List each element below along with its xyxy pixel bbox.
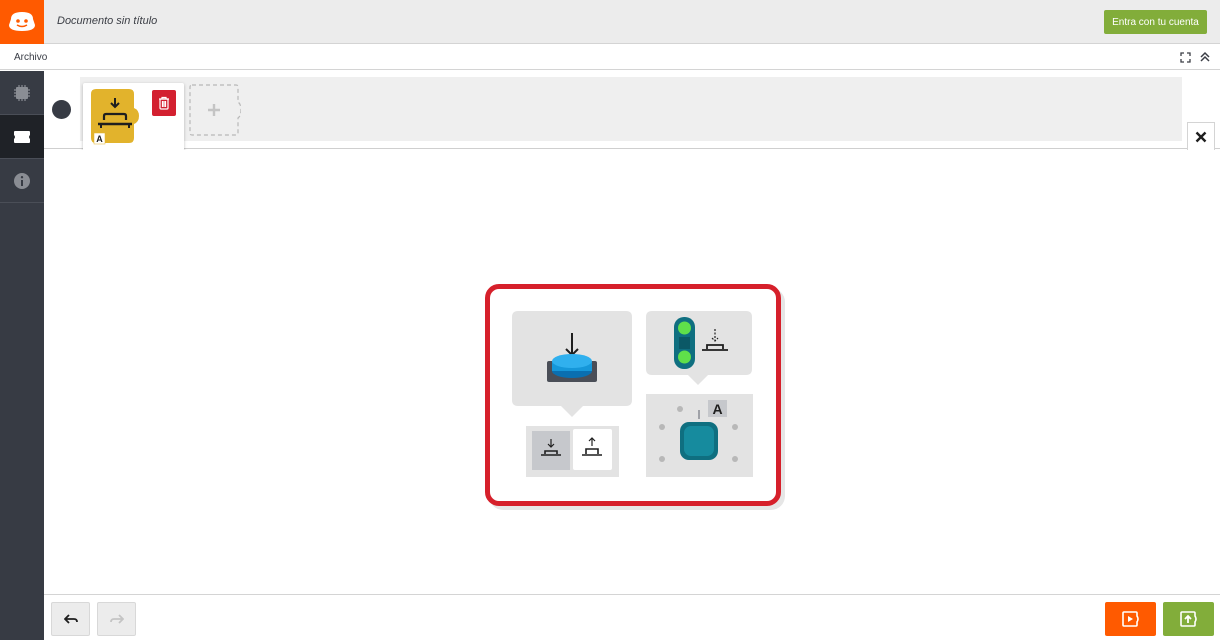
connection-dot [52,100,71,119]
fullscreen-icon[interactable] [1178,50,1192,64]
redo-button[interactable] [97,602,136,636]
login-button[interactable]: Entra con tu cuenta [1104,10,1207,34]
simulate-button[interactable] [1105,602,1156,636]
delete-block-button[interactable] [152,90,176,116]
double-chevron-up-icon[interactable] [1198,50,1212,64]
block-port-label: A [96,134,103,144]
file-menu[interactable]: Archivo [14,52,47,63]
left-sidebar [0,71,44,640]
info-icon [14,172,30,189]
upload-button[interactable] [1163,602,1214,636]
block-track [80,77,1182,141]
trash-icon [159,96,169,110]
add-block-slot[interactable] [189,84,242,136]
button-cap [552,354,592,368]
sidebar-item-hardware[interactable] [0,71,44,115]
close-panel-button[interactable] [1187,122,1215,150]
undo-button[interactable] [51,602,90,636]
hint-port-label: A [712,401,722,417]
app-logo[interactable] [0,0,44,44]
hint-panel: A [485,284,781,506]
upload-icon [1179,611,1197,627]
button-press-block[interactable]: A [89,88,141,145]
right-hint-bubble [646,311,752,385]
sidebar-item-info[interactable] [0,159,44,203]
play-icon [1121,611,1139,627]
hint-illustration: A [512,311,753,477]
block-piece-icon [14,130,30,143]
menubar-icons [1178,50,1212,64]
sidebar-item-blocks[interactable] [0,115,44,159]
menubar: Archivo [0,44,1220,70]
undo-icon [63,614,78,624]
top-header: Documento sin título Entra con tu cuenta [0,0,1220,44]
plus-icon [189,84,242,136]
bottom-toolbar [44,594,1220,640]
robot-logo-icon [9,12,35,31]
redo-icon [109,614,124,624]
chip-icon [14,84,30,101]
document-title[interactable]: Documento sin título [57,15,157,27]
close-icon [1195,131,1207,142]
